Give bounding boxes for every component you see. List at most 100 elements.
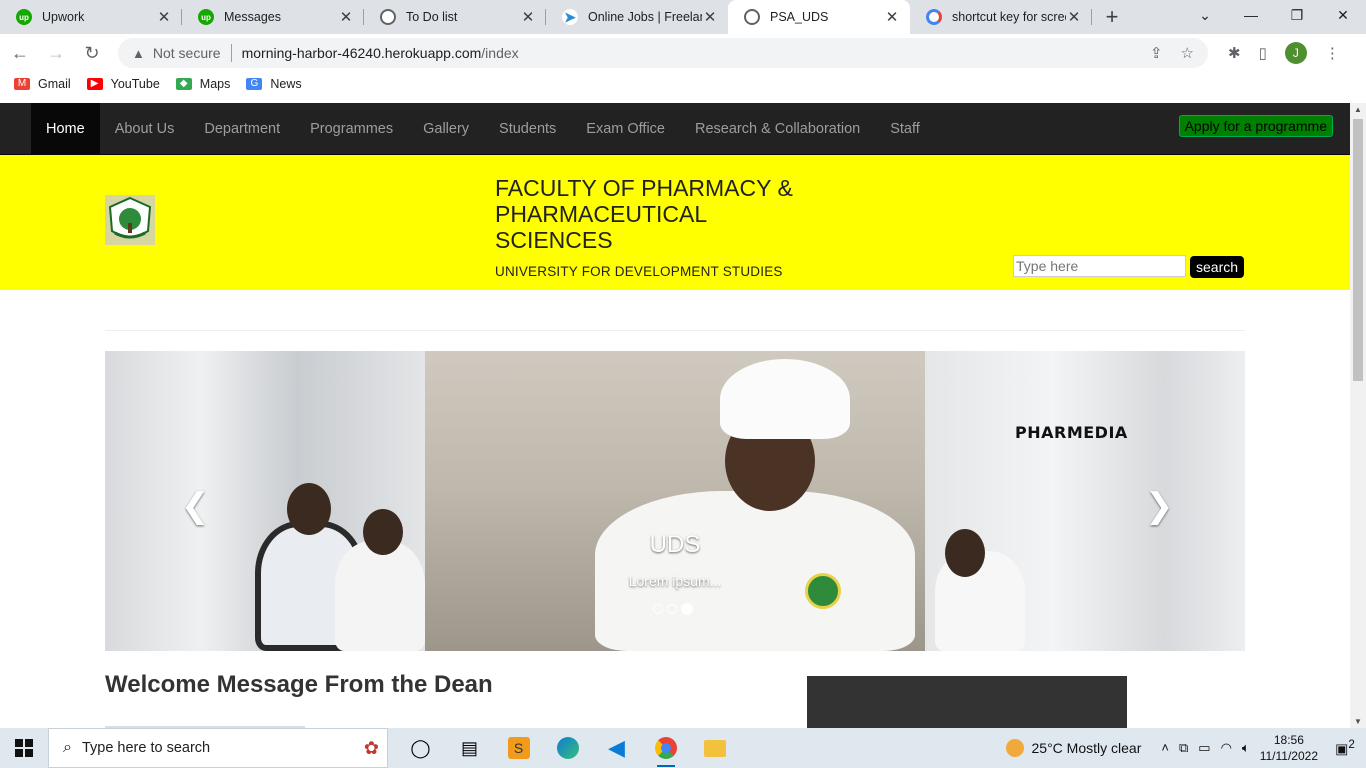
tab-psa-uds[interactable]: PSA_UDS ✕ [728, 0, 910, 34]
taskbar-apps: ◯ ▤ S ◀ [396, 728, 739, 768]
sublime-icon[interactable]: S [494, 728, 543, 768]
image-carousel: PHARMEDIA ❮ ❯ UDS Lorem ipsum... [105, 351, 1245, 651]
faculty-banner: FACULTY OF PHARMACY & PHARMACEUTICAL SCI… [0, 155, 1350, 290]
search-input[interactable] [1013, 255, 1186, 277]
tab-title: Online Jobs | Freelanc [588, 10, 702, 24]
taskbar-search-placeholder: Type here to search [81, 740, 211, 756]
scroll-up-icon[interactable]: ▲ [1350, 105, 1366, 114]
tab-search-icon[interactable]: ⌄ [1182, 0, 1228, 34]
carousel-image-students [105, 351, 425, 651]
bookmark-maps[interactable]: ◆ Maps [175, 77, 230, 91]
nav-exam-office[interactable]: Exam Office [571, 103, 680, 155]
tab-title: shortcut key for scree [952, 10, 1066, 24]
carousel-next-icon[interactable]: ❯ [1145, 486, 1174, 526]
chevron-up-icon[interactable]: ˄ [1161, 740, 1169, 756]
tab-todo[interactable]: To Do list ✕ [364, 0, 546, 34]
close-tab-icon[interactable]: ✕ [338, 8, 354, 26]
extensions-icon[interactable]: ✱ [1228, 44, 1241, 62]
site-navbar: Home About Us Department Programmes Gall… [0, 103, 1350, 155]
reload-icon[interactable]: ↻ [76, 43, 108, 64]
close-tab-icon[interactable]: ✕ [520, 8, 536, 26]
tab-upwork[interactable]: up Upwork ✕ [0, 0, 182, 34]
youtube-icon: ▶ [86, 78, 103, 90]
nav-programmes[interactable]: Programmes [295, 103, 408, 155]
nav-research[interactable]: Research & Collaboration [680, 103, 875, 155]
tab-freelancer[interactable]: ➤ Online Jobs | Freelanc ✕ [546, 0, 728, 34]
nav-home[interactable]: Home [31, 103, 100, 155]
battery-icon[interactable]: ▭ [1198, 740, 1210, 756]
carousel-indicators [653, 603, 693, 615]
sidebar-panel [807, 676, 1127, 728]
scroll-down-icon[interactable]: ▼ [1350, 717, 1366, 726]
address-bar[interactable]: ▲ Not secure morning-harbor-46240.heroku… [118, 38, 1208, 68]
tab-messages[interactable]: up Messages ✕ [182, 0, 364, 34]
tab-title: To Do list [406, 10, 458, 24]
vscode-icon[interactable]: ◀ [592, 728, 641, 768]
bookmark-youtube[interactable]: ▶ YouTube [86, 77, 160, 91]
bookmark-gmail[interactable]: M Gmail [14, 77, 71, 91]
security-label: Not secure [152, 45, 221, 61]
carousel-indicator-1[interactable] [653, 604, 663, 614]
task-view-icon[interactable]: ◯ [396, 728, 445, 768]
nav-about-us[interactable]: About Us [100, 103, 190, 155]
back-icon[interactable]: ← [4, 43, 36, 64]
widgets-icon[interactable]: ▤ [445, 728, 494, 768]
minimize-icon[interactable]: — [1228, 0, 1274, 34]
carousel-prev-icon[interactable]: ❮ [181, 486, 210, 526]
close-tab-icon[interactable]: ✕ [1066, 8, 1082, 26]
divider [230, 44, 232, 62]
side-panel-icon[interactable]: ▯ [1259, 44, 1267, 62]
notifications-icon[interactable]: ▣2 [1332, 738, 1358, 758]
tab-google[interactable]: shortcut key for scree ✕ [910, 0, 1092, 34]
bookmark-news[interactable]: G News [246, 77, 302, 91]
globe-icon [380, 9, 396, 25]
maps-icon: ◆ [175, 78, 192, 90]
browser-toolbar: ← → ↻ ▲ Not secure morning-harbor-46240.… [0, 34, 1366, 72]
wifi-icon[interactable]: ◠ [1221, 740, 1232, 756]
network-device-icon[interactable]: ⧉ [1179, 740, 1188, 756]
profile-avatar[interactable]: J [1284, 42, 1307, 64]
nav-gallery[interactable]: Gallery [408, 103, 484, 155]
notification-count: 2 [1348, 738, 1355, 752]
apply-button[interactable]: Apply for a programme [1178, 115, 1333, 137]
carousel-indicator-3[interactable] [681, 603, 693, 615]
news-icon: G [246, 78, 263, 90]
close-tab-icon[interactable]: ✕ [156, 8, 172, 26]
forward-icon[interactable]: → [40, 43, 72, 64]
windows-start-icon[interactable] [0, 728, 48, 768]
scrollbar-thumb[interactable] [1353, 119, 1363, 381]
carousel-indicator-2[interactable] [667, 604, 677, 614]
speaker-icon[interactable]: 🔈︎ [1242, 740, 1250, 756]
pharmedia-logo-text: PHARMEDIA [1015, 423, 1128, 442]
welcome-heading: Welcome Message From the Dean [105, 671, 493, 698]
close-tab-icon[interactable]: ✕ [702, 8, 718, 26]
menu-icon[interactable]: ⋮ [1325, 44, 1340, 62]
nav-students[interactable]: Students [484, 103, 571, 155]
bookmark-label: YouTube [110, 77, 160, 91]
bookmarks-bar: M Gmail ▶ YouTube ◆ Maps G News [0, 72, 1366, 96]
bookmark-label: News [270, 77, 302, 91]
close-window-icon[interactable]: ✕ [1320, 0, 1366, 34]
warning-icon[interactable]: ▲ [132, 46, 145, 61]
google-icon [926, 9, 942, 25]
page-scrollbar[interactable]: ▲ ▼ [1350, 103, 1366, 728]
university-name: UNIVERSITY FOR DEVELOPMENT STUDIES [495, 264, 783, 279]
share-icon[interactable]: ⇪ [1150, 44, 1163, 62]
search-button[interactable]: search [1190, 256, 1245, 278]
nav-department[interactable]: Department [189, 103, 295, 155]
page-viewport: Home About Us Department Programmes Gall… [0, 103, 1350, 728]
chrome-icon[interactable] [641, 728, 690, 768]
clock[interactable]: 18:56 11/11/2022 [1260, 732, 1318, 764]
nav-staff[interactable]: Staff [875, 103, 935, 155]
system-tray: 25°C Mostly clear ˄ ⧉ ▭ ◠ 🔈︎ 18:56 11/11… [1005, 728, 1366, 768]
url-path: /index [481, 45, 519, 61]
file-explorer-icon[interactable] [690, 728, 739, 768]
weather-widget[interactable]: 25°C Mostly clear [1005, 739, 1141, 757]
close-tab-icon[interactable]: ✕ [884, 8, 900, 26]
edge-icon[interactable] [543, 728, 592, 768]
carousel-image-pharmedia [925, 351, 1245, 651]
new-tab-button[interactable]: + [1092, 4, 1132, 30]
bookmark-star-icon[interactable]: ☆ [1181, 44, 1194, 62]
taskbar-search[interactable]: ⌕ Type here to search ✿ [48, 728, 388, 768]
restore-icon[interactable]: ❐ [1274, 0, 1320, 34]
